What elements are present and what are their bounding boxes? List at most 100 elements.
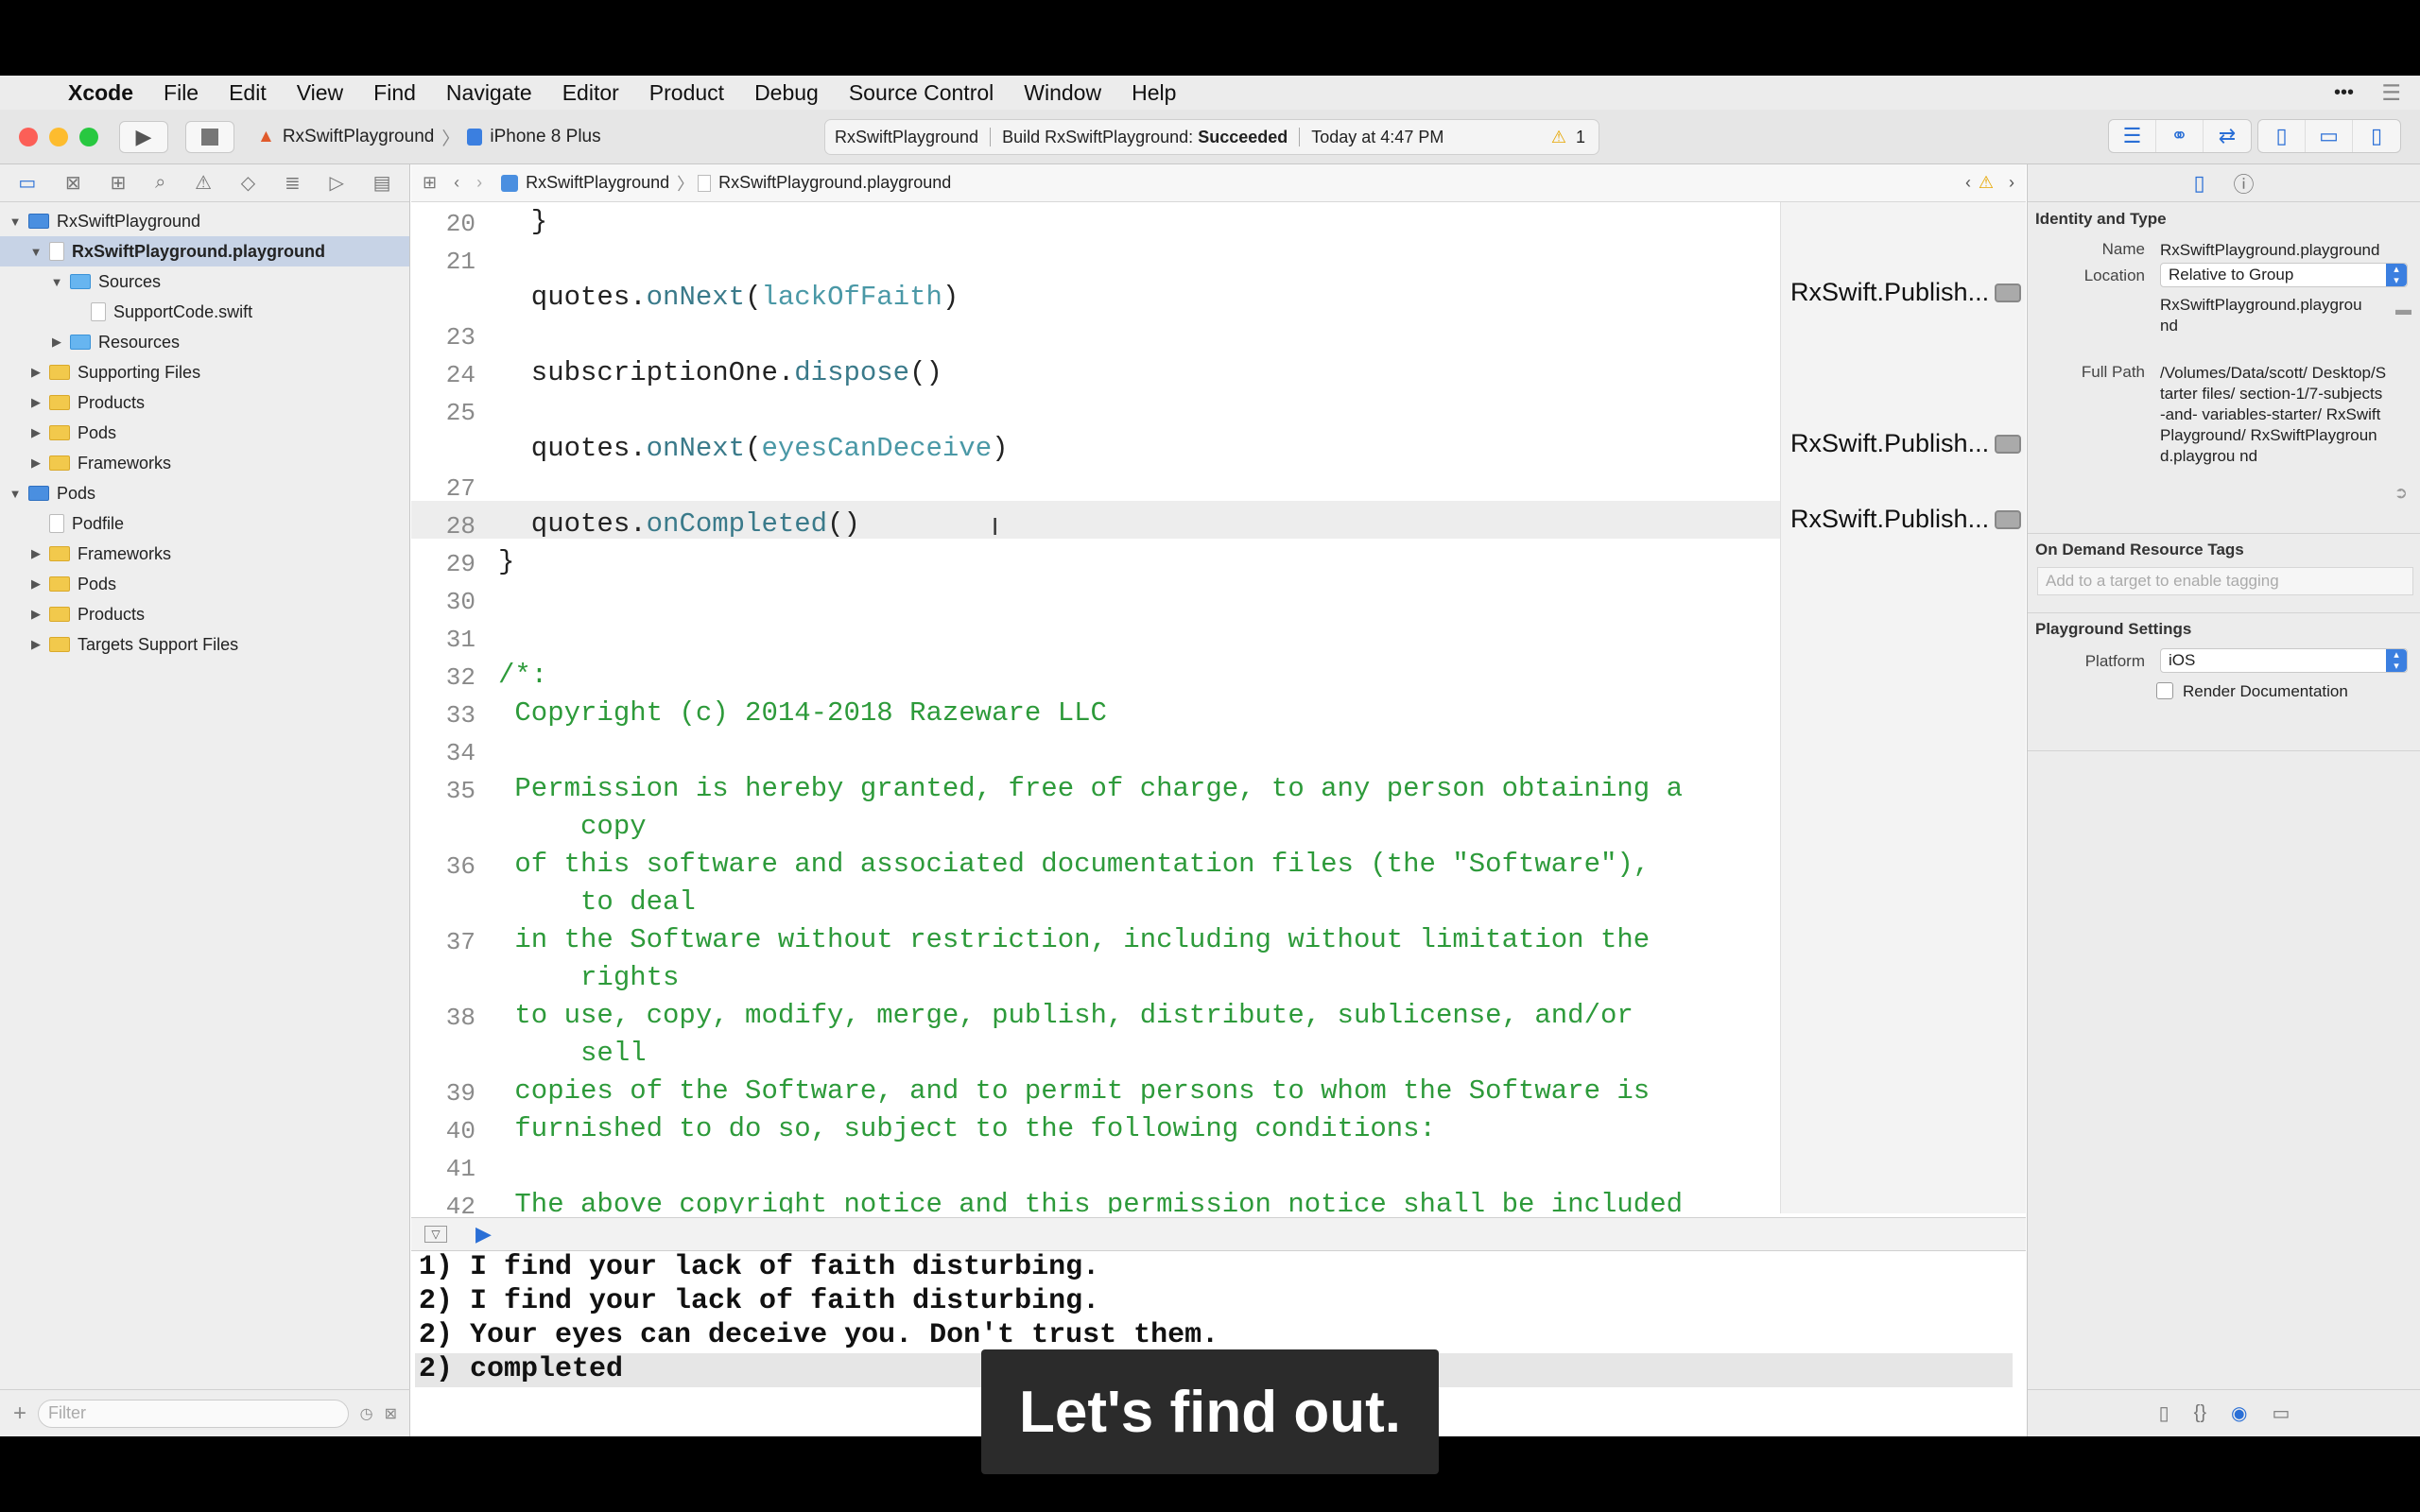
navigator-item[interactable]: ▶ Frameworks	[0, 448, 409, 478]
menu-find[interactable]: Find	[373, 80, 416, 106]
version-editor-icon[interactable]: ⇄	[2204, 120, 2251, 152]
navigator-item[interactable]: ▶ Pods	[0, 569, 409, 599]
navigator-item[interactable]: ▼ RxSwiftPlayground	[0, 206, 409, 236]
quick-look-icon[interactable]	[1995, 283, 2022, 302]
media-library-icon[interactable]: ▭	[2272, 1401, 2290, 1425]
disclosure-open-icon[interactable]: ▼	[8, 215, 23, 229]
warning-icon[interactable]: ⚠	[1979, 173, 1994, 193]
object-library-icon[interactable]: ◉	[2231, 1401, 2247, 1425]
navigator-item[interactable]: ▼ Pods	[0, 478, 409, 508]
disclosure-closed-icon[interactable]: ▶	[28, 546, 43, 561]
search-icon[interactable]: ⌕	[155, 172, 165, 194]
next-issue-icon[interactable]: ›	[2009, 173, 2014, 193]
assistant-editor-icon[interactable]: ⚭	[2156, 120, 2204, 152]
filter-input[interactable]: Filter	[38, 1399, 349, 1428]
navigator-item[interactable]: ▼ RxSwiftPlayground.playground	[0, 236, 409, 266]
project-navigator: ▭ ⊠ ⊞ ⌕ ⚠ ◇ ≣ ▷ ▤ ▼ RxSwiftPlayground ▼ RxS…	[0, 164, 410, 1436]
quick-look-icon[interactable]	[1995, 509, 2022, 529]
scm-filter-icon[interactable]: ⊠	[385, 1404, 397, 1423]
menu-source-control[interactable]: Source Control	[849, 80, 994, 106]
navigator-item[interactable]: ▶ Resources	[0, 327, 409, 357]
navigator-toggle-icon[interactable]: ▯	[2258, 120, 2306, 152]
run-playground-icon[interactable]: ▶	[475, 1222, 492, 1246]
reveal-in-finder-icon[interactable]: ➲	[2394, 484, 2408, 503]
menu-help[interactable]: Help	[1132, 80, 1176, 106]
code-line: to deal	[498, 886, 696, 918]
navigator-item[interactable]: ▶ Products	[0, 599, 409, 629]
symbol-icon[interactable]: ⊞	[111, 171, 127, 195]
folder-icon[interactable]: ▬	[2395, 301, 2411, 319]
location-popup[interactable]: Relative to Group ▴ ▾	[2160, 263, 2408, 287]
menu-navigate[interactable]: Navigate	[446, 80, 532, 106]
navigator-item[interactable]: ▶ Frameworks	[0, 539, 409, 569]
hide-debug-area-icon[interactable]: ▽	[424, 1226, 447, 1243]
disclosure-closed-icon[interactable]: ▶	[49, 335, 64, 350]
menu-file[interactable]: File	[164, 80, 199, 106]
menu-debug[interactable]: Debug	[754, 80, 819, 106]
breadcrumb-project[interactable]: RxSwiftPlayground	[526, 173, 669, 193]
report-icon[interactable]: ▤	[373, 171, 391, 195]
disclosure-closed-icon[interactable]: ▶	[28, 425, 43, 440]
disclosure-closed-icon[interactable]: ▶	[28, 395, 43, 410]
chevron-right-icon: 〉	[677, 174, 695, 194]
warning-icon[interactable]: ⚠	[1551, 128, 1566, 147]
menu-product[interactable]: Product	[649, 80, 724, 106]
file-inspector-icon[interactable]: ▯	[2193, 171, 2204, 196]
render-documentation-checkbox[interactable]	[2156, 682, 2173, 699]
folder-icon[interactable]: ▭	[18, 171, 36, 195]
stop-button[interactable]	[185, 121, 234, 153]
quick-look-icon[interactable]	[1995, 434, 2022, 454]
more-menu-icon[interactable]: •••	[2334, 82, 2354, 104]
navigator-item[interactable]: Podfile	[0, 508, 409, 539]
run-button[interactable]: ▶	[119, 121, 168, 153]
menu-xcode[interactable]: Xcode	[68, 80, 133, 106]
name-value[interactable]: RxSwiftPlayground.playground	[2160, 240, 2408, 261]
disclosure-closed-icon[interactable]: ▶	[28, 455, 43, 471]
test-icon[interactable]: ◇	[241, 171, 255, 195]
disclosure-closed-icon[interactable]: ▶	[28, 365, 43, 380]
scheme-selector[interactable]: ▲ RxSwiftPlayground 〉 iPhone 8 Plus	[257, 121, 607, 153]
disclosure-closed-icon[interactable]: ▶	[28, 576, 43, 592]
menu-edit[interactable]: Edit	[229, 80, 267, 106]
debug-area-toggle-icon[interactable]: ▭	[2306, 120, 2353, 152]
disclosure-closed-icon[interactable]: ▶	[28, 607, 43, 622]
disclosure-open-icon[interactable]: ▼	[49, 275, 64, 289]
debug-icon[interactable]: ≣	[285, 171, 301, 195]
standard-editor-icon[interactable]: ☰	[2109, 120, 2156, 152]
disclosure-closed-icon[interactable]: ▶	[28, 637, 43, 652]
navigator-item[interactable]: ▶ Pods	[0, 418, 409, 448]
platform-popup[interactable]: iOS ▴ ▾	[2160, 648, 2408, 673]
breakpoint-icon[interactable]: ▷	[329, 171, 343, 195]
source-editor[interactable]: 20 } 21 quotes.onNext(lackOfFaith) 23 24 su…	[411, 202, 2026, 1213]
toolbar: ▶ ▲ RxSwiftPlayground 〉 iPhone 8 Plus Rx…	[0, 110, 2420, 164]
odr-tags-field[interactable]: Add to a target to enable tagging	[2037, 567, 2413, 595]
forward-arrow-icon[interactable]: ›	[476, 173, 482, 193]
recent-files-icon[interactable]: ◷	[360, 1404, 373, 1423]
navigator-item[interactable]: ▶ Products	[0, 387, 409, 418]
inspector-toggle-icon[interactable]: ▯	[2353, 120, 2400, 152]
source-control-icon[interactable]: ⊠	[65, 171, 81, 195]
minimize-window-button[interactable]	[49, 128, 68, 146]
issue-icon[interactable]: ⚠	[195, 171, 212, 195]
breadcrumb-file[interactable]: RxSwiftPlayground.playground	[718, 173, 951, 193]
disclosure-open-icon[interactable]: ▼	[8, 487, 23, 501]
navigator-item[interactable]: ▶ Supporting Files	[0, 357, 409, 387]
menu-window[interactable]: Window	[1024, 80, 1101, 106]
back-arrow-icon[interactable]: ‹	[454, 173, 459, 193]
menu-editor[interactable]: Editor	[562, 80, 619, 106]
quick-help-icon[interactable]: ⓘ	[2234, 168, 2255, 198]
zoom-window-button[interactable]	[79, 128, 98, 146]
notification-list-icon[interactable]: ☰	[2381, 80, 2401, 106]
previous-issue-icon[interactable]: ‹	[1965, 173, 1971, 193]
navigator-item[interactable]: SupportCode.swift	[0, 297, 409, 327]
code-snippet-icon[interactable]: {}	[2194, 1402, 2206, 1424]
navigator-item[interactable]: ▶ Targets Support Files	[0, 629, 409, 660]
related-items-icon[interactable]: ⊞	[423, 173, 437, 193]
disclosure-open-icon[interactable]: ▼	[28, 245, 43, 259]
add-icon[interactable]: +	[13, 1400, 26, 1427]
navigator-item[interactable]: ▼ Sources	[0, 266, 409, 297]
close-window-button[interactable]	[19, 128, 38, 146]
line-number: 42	[445, 1193, 475, 1213]
menu-view[interactable]: View	[297, 80, 343, 106]
file-template-icon[interactable]: ▯	[2159, 1401, 2169, 1425]
